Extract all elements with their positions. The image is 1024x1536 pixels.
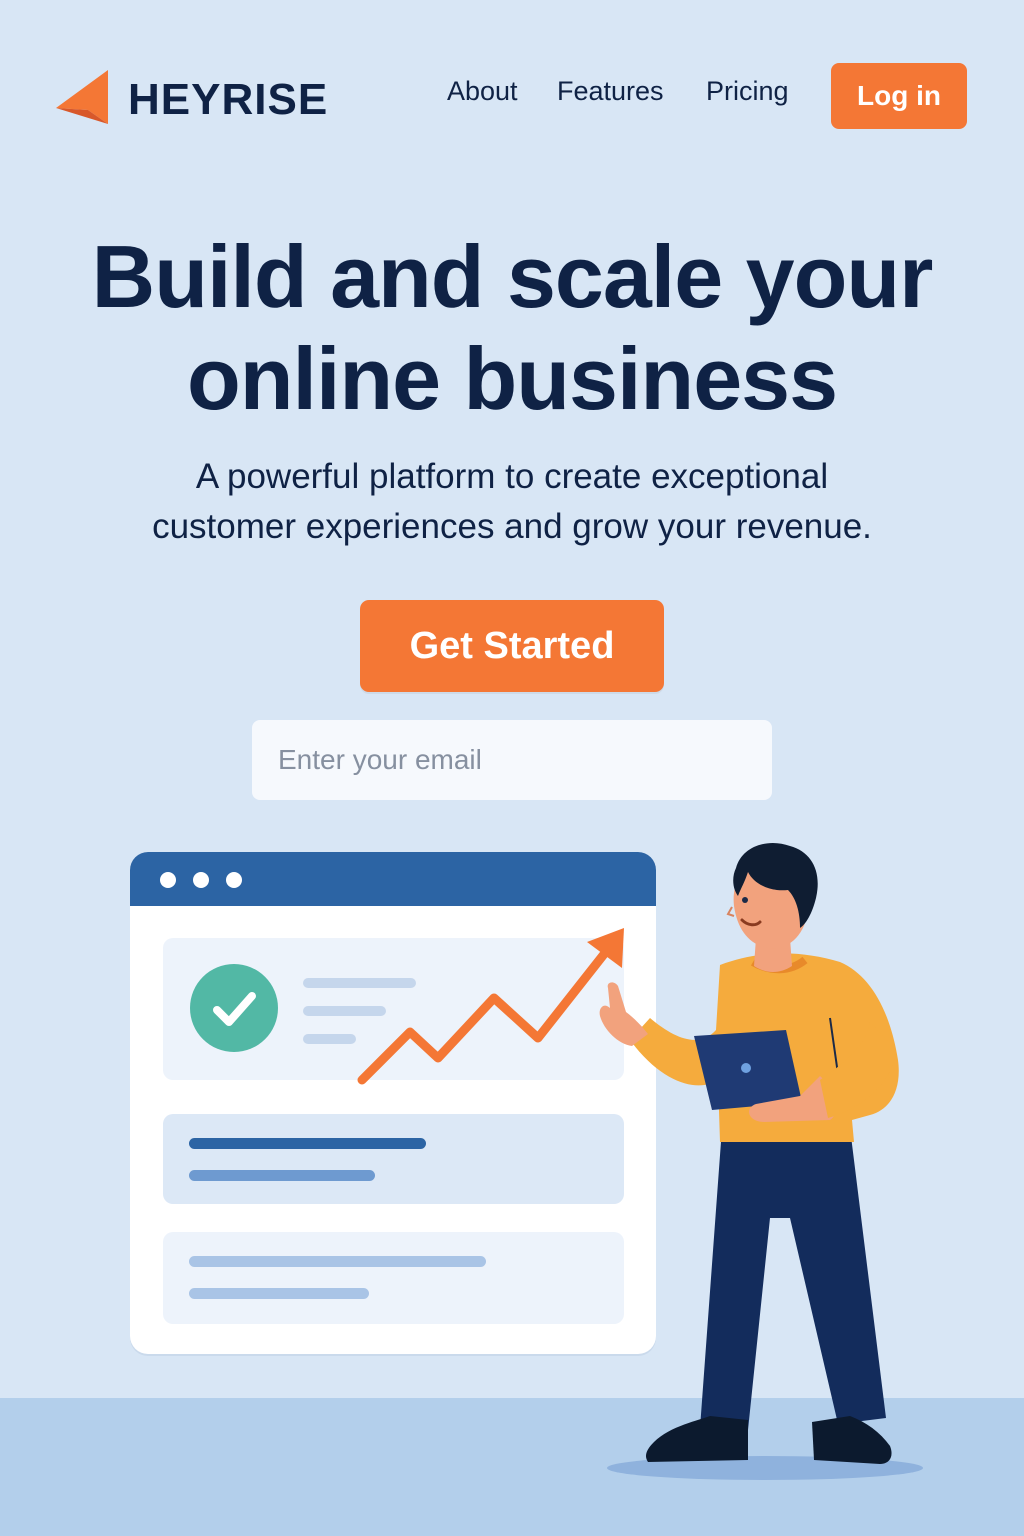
placeholder-line: [303, 978, 416, 988]
dashboard-card: [163, 1114, 624, 1204]
login-button[interactable]: Log in: [831, 63, 967, 129]
nav-pricing[interactable]: Pricing: [706, 76, 789, 107]
get-started-button[interactable]: Get Started: [360, 600, 664, 692]
browser-window-illustration: [130, 852, 656, 1354]
subline-line-1: A powerful platform to create exceptiona…: [195, 457, 829, 496]
window-dot: [160, 872, 176, 888]
check-icon: [190, 964, 278, 1052]
browser-title-bar: [130, 852, 656, 906]
person-illustration: [599, 842, 923, 1480]
placeholder-line: [189, 1288, 369, 1299]
logo-arrow-icon: [56, 68, 112, 131]
headline-line-2: online business: [186, 329, 838, 428]
placeholder-line: [303, 1006, 386, 1016]
dashboard-card: [163, 1232, 624, 1324]
placeholder-line: [189, 1138, 426, 1149]
window-dot: [193, 872, 209, 888]
hero-subline: A powerful platform to create exceptiona…: [0, 452, 1024, 552]
logo[interactable]: HEYRISE: [56, 68, 328, 131]
placeholder-line: [189, 1170, 375, 1181]
email-input[interactable]: [252, 720, 772, 800]
nav-features[interactable]: Features: [557, 76, 664, 107]
dashboard-card: [163, 938, 624, 1080]
nav-about[interactable]: About: [447, 76, 518, 107]
laptop-icon: [694, 1030, 802, 1110]
headline-line-1: Build and scale your: [91, 227, 934, 326]
hero-headline: Build and scale your online business: [0, 226, 1024, 430]
placeholder-line: [189, 1256, 486, 1267]
window-dot: [226, 872, 242, 888]
subline-line-2: customer experiences and grow your reven…: [152, 507, 872, 546]
brand-name: HEYRISE: [128, 74, 329, 124]
placeholder-line: [303, 1034, 356, 1044]
